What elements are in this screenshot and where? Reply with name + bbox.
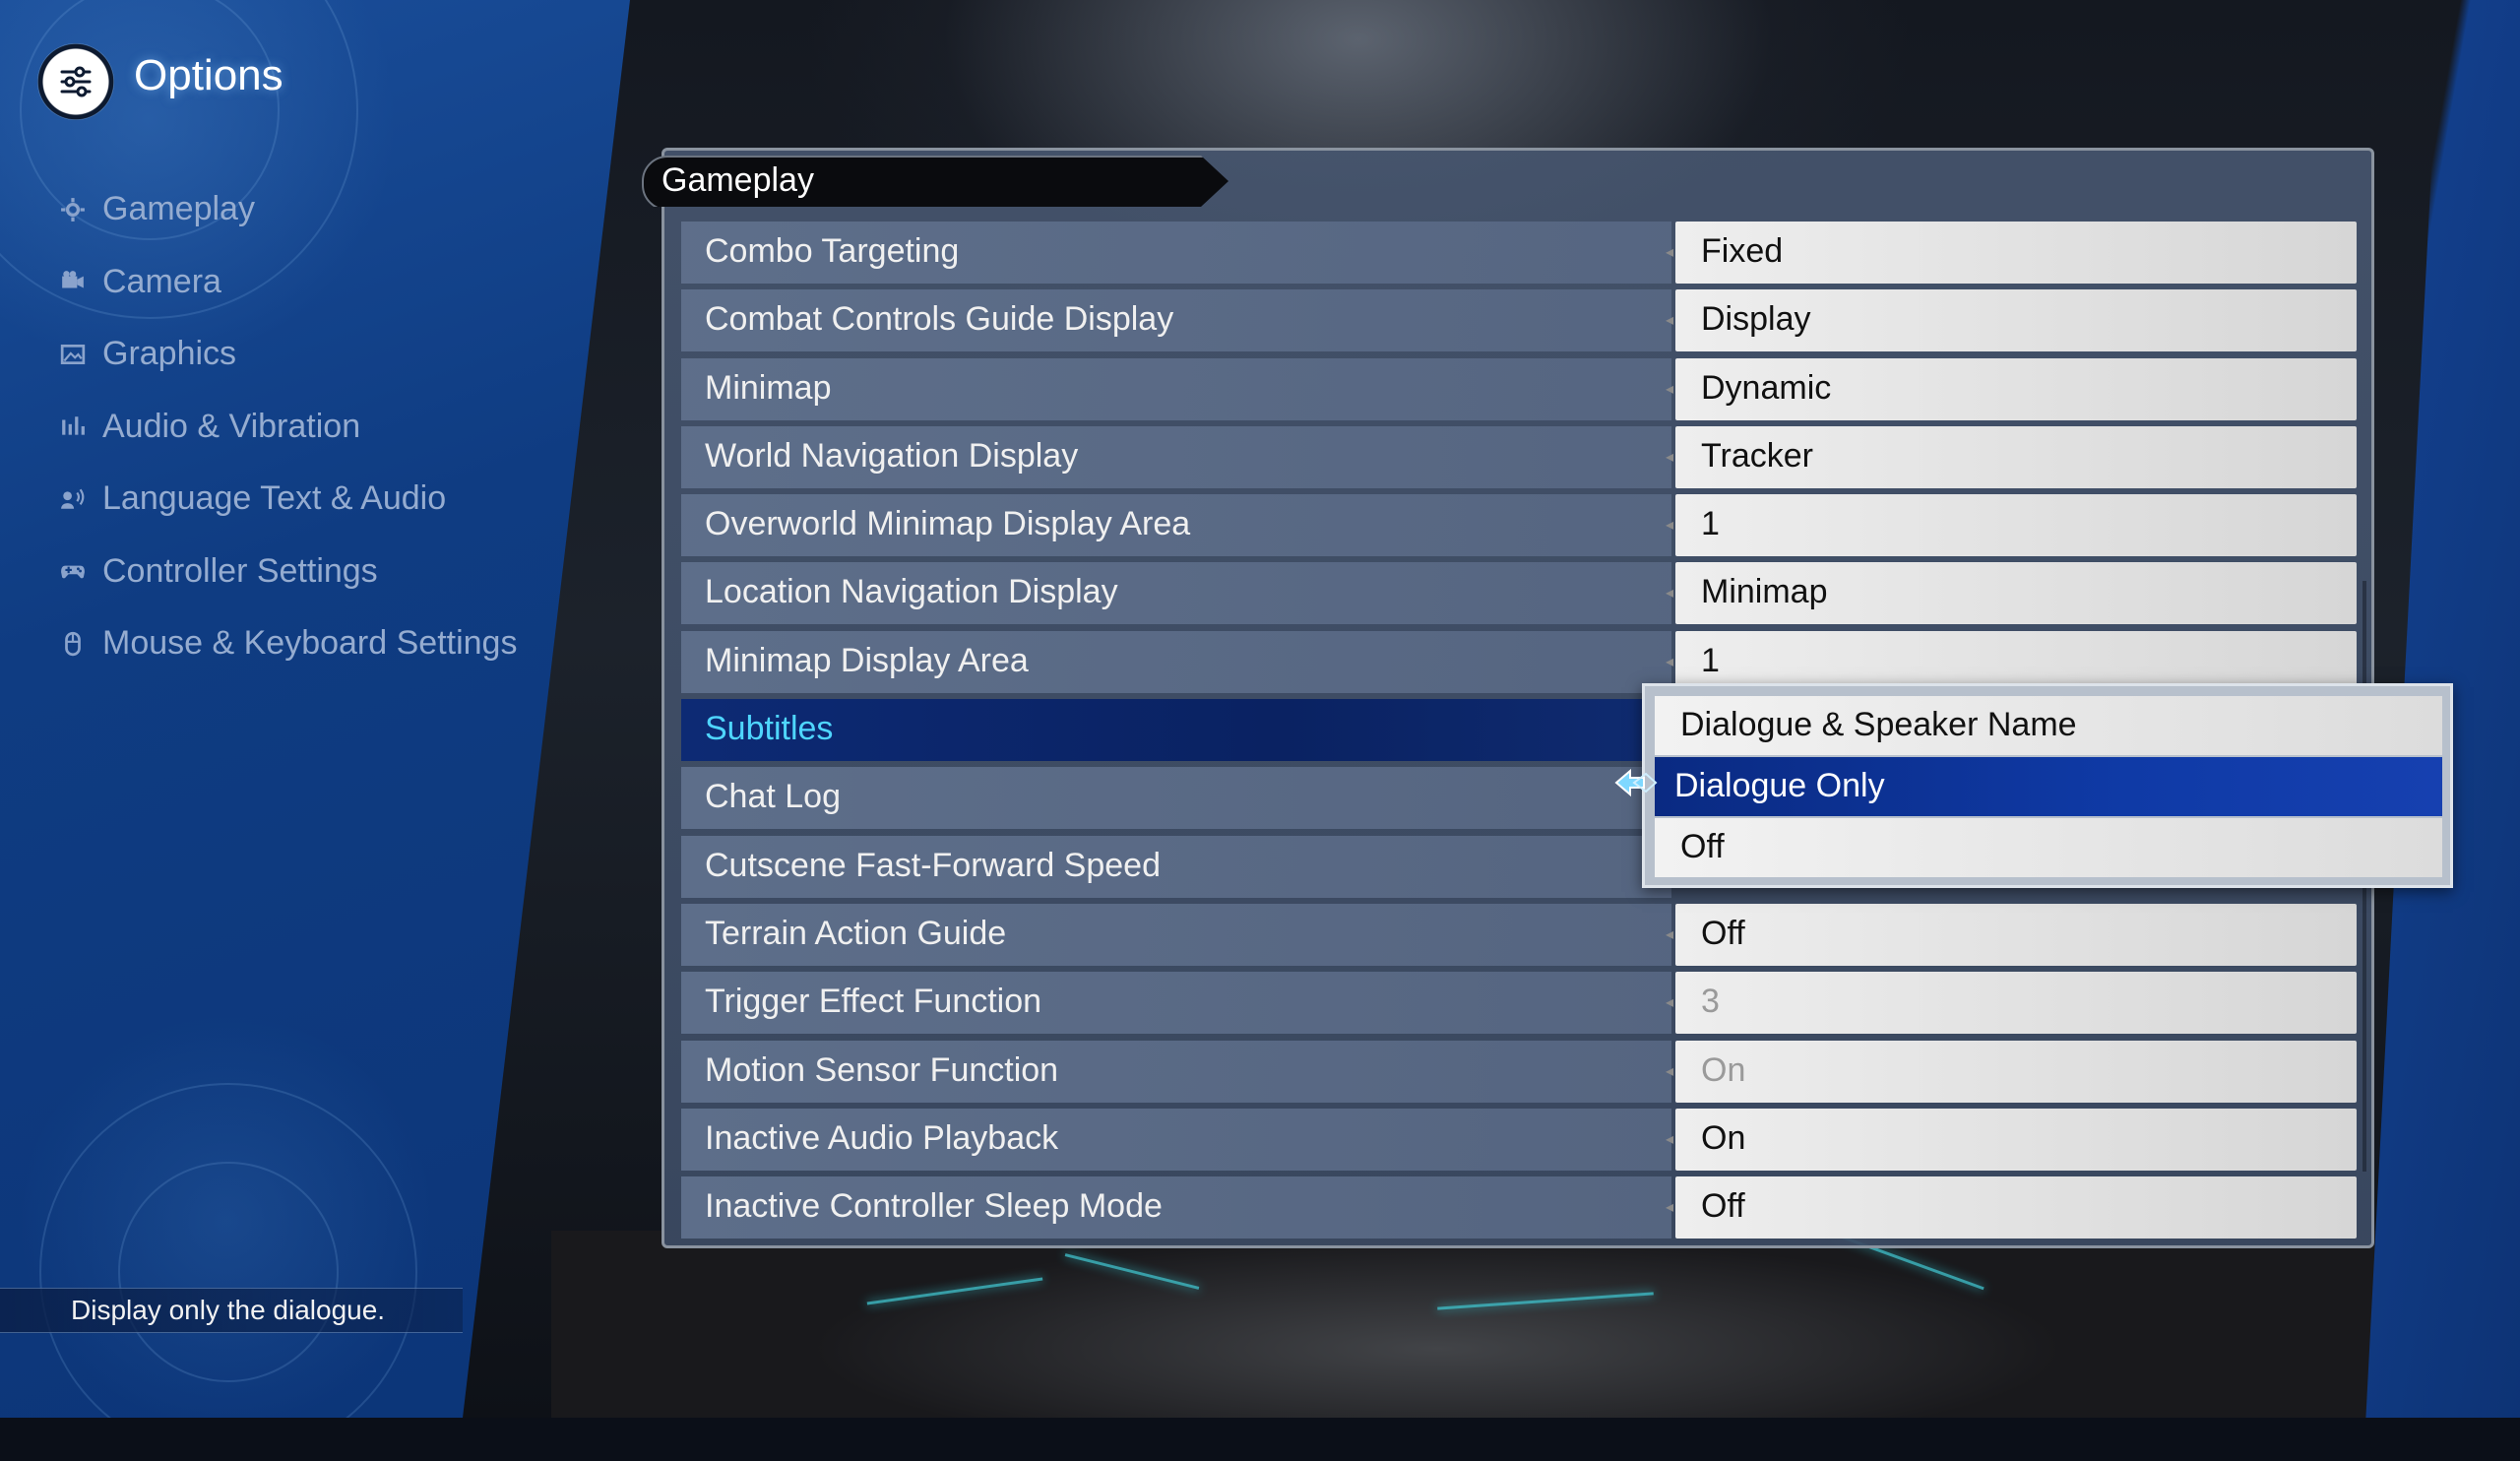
speaker-icon (57, 483, 89, 515)
dropdown-option-dialogue-only[interactable]: Dialogue Only (1655, 757, 2442, 816)
setting-value[interactable]: Off (1701, 1187, 1745, 1226)
page-title: Options (134, 51, 284, 99)
section-title: Gameplay (662, 161, 814, 199)
setting-row-motion-sensor[interactable]: Motion Sensor Function ◂ On (681, 1038, 2357, 1106)
setting-row-combat-controls-guide[interactable]: Combat Controls Guide Display ◂ Display (681, 286, 2357, 354)
setting-value[interactable]: Display (1701, 300, 1810, 339)
sidebar-item-label: Language Text & Audio (102, 479, 447, 518)
setting-value[interactable]: Tracker (1701, 437, 1813, 476)
camera-icon (57, 266, 89, 297)
setting-label: Inactive Audio Playback (705, 1118, 1059, 1157)
setting-label: Minimap (705, 368, 832, 407)
help-bar: Display only the dialogue. (0, 1288, 463, 1333)
left-arrow-icon: ◂ (1666, 244, 1674, 261)
sidebar-nav: Gameplay Camera Graphics Audio & Vibrati… (57, 173, 517, 680)
setting-value[interactable]: Dynamic (1701, 369, 1831, 408)
setting-row-combo-targeting[interactable]: Combo Targeting ◂ Fixed (681, 219, 2357, 286)
gamepad-icon (57, 555, 89, 587)
setting-row-trigger-effect[interactable]: Trigger Effect Function ◂ 3 (681, 969, 2357, 1037)
image-icon (57, 339, 89, 370)
left-arrow-icon: ◂ (1666, 1199, 1674, 1217)
setting-label: Overworld Minimap Display Area (705, 505, 1191, 543)
setting-label: Inactive Controller Sleep Mode (705, 1187, 1163, 1226)
left-arrow-icon: ◂ (1666, 994, 1674, 1012)
audio-bars-icon (57, 411, 89, 442)
setting-label: Trigger Effect Function (705, 983, 1042, 1021)
setting-row-overworld-minimap-area[interactable]: Overworld Minimap Display Area ◂ 1 (681, 491, 2357, 559)
setting-value: 3 (1701, 983, 1720, 1021)
left-arrow-icon: ◂ (1666, 653, 1674, 670)
setting-value[interactable]: On (1701, 1119, 1745, 1158)
left-arrow-icon: ◂ (1666, 448, 1674, 466)
left-arrow-icon: ◂ (1666, 1130, 1674, 1148)
setting-label: Location Navigation Display (705, 573, 1118, 611)
setting-label: Terrain Action Guide (705, 914, 1007, 952)
setting-value[interactable]: Minimap (1701, 573, 1827, 611)
left-arrow-icon: ◂ (1666, 312, 1674, 330)
left-arrow-icon: ◂ (1666, 585, 1674, 603)
sidebar-item-label: Camera (102, 262, 221, 300)
setting-label: Subtitles (705, 710, 834, 748)
setting-label: Combo Targeting (705, 232, 960, 270)
setting-label: Motion Sensor Function (705, 1050, 1059, 1089)
sidebar-item-label: Mouse & Keyboard Settings (102, 624, 518, 663)
mouse-icon (57, 628, 89, 660)
left-arrow-icon: ◂ (1666, 1062, 1674, 1080)
setting-label: Chat Log (705, 778, 841, 816)
setting-row-inactive-audio[interactable]: Inactive Audio Playback ◂ On (681, 1106, 2357, 1174)
setting-row-minimap[interactable]: Minimap ◂ Dynamic (681, 355, 2357, 423)
help-text: Display only the dialogue. (71, 1295, 386, 1325)
sidebar-item-language[interactable]: Language Text & Audio (57, 463, 517, 536)
dropdown-option-dialogue-speaker[interactable]: Dialogue & Speaker Name (1655, 696, 2442, 755)
setting-value[interactable]: 1 (1701, 642, 1720, 680)
subtitles-dropdown: Dialogue & Speaker Name Dialogue Only Of… (1642, 683, 2453, 888)
setting-value[interactable]: Off (1701, 915, 1745, 953)
setting-value: On (1701, 1050, 1746, 1089)
sidebar-item-audio-vibration[interactable]: Audio & Vibration (57, 391, 517, 464)
setting-row-world-navigation[interactable]: World Navigation Display ◂ Tracker (681, 423, 2357, 491)
sidebar-item-label: Audio & Vibration (102, 407, 361, 445)
setting-row-location-navigation[interactable]: Location Navigation Display ◂ Minimap (681, 559, 2357, 627)
left-arrow-icon: ◂ (1666, 380, 1674, 398)
sidebar-item-mouse-keyboard[interactable]: Mouse & Keyboard Settings (57, 607, 517, 680)
setting-value[interactable]: Fixed (1701, 232, 1783, 271)
options-sliders-icon (37, 43, 114, 120)
left-arrow-icon: ◂ (1666, 925, 1674, 943)
sidebar-item-camera[interactable]: Camera (57, 246, 517, 319)
setting-label: Combat Controls Guide Display (705, 300, 1174, 339)
setting-label: World Navigation Display (705, 436, 1079, 475)
selection-cursor-icon (1614, 768, 1658, 797)
setting-row-terrain-action-guide[interactable]: Terrain Action Guide ◂ Off (681, 901, 2357, 969)
setting-value[interactable]: 1 (1701, 505, 1720, 543)
sidebar-item-label: Controller Settings (102, 551, 378, 590)
setting-label: Minimap Display Area (705, 641, 1029, 679)
gear-icon (57, 194, 89, 225)
sidebar-item-gameplay[interactable]: Gameplay (57, 173, 517, 246)
background-floor (551, 1231, 2520, 1418)
dropdown-option-off[interactable]: Off (1655, 818, 2442, 877)
sidebar-item-graphics[interactable]: Graphics (57, 318, 517, 391)
left-arrow-icon: ◂ (1666, 517, 1674, 535)
sidebar-item-label: Gameplay (102, 190, 255, 228)
setting-label: Cutscene Fast-Forward Speed (705, 846, 1161, 884)
sidebar-item-controller[interactable]: Controller Settings (57, 536, 517, 608)
sidebar-item-label: Graphics (102, 335, 237, 373)
setting-row-controller-sleep[interactable]: Inactive Controller Sleep Mode ◂ Off (681, 1174, 2357, 1241)
